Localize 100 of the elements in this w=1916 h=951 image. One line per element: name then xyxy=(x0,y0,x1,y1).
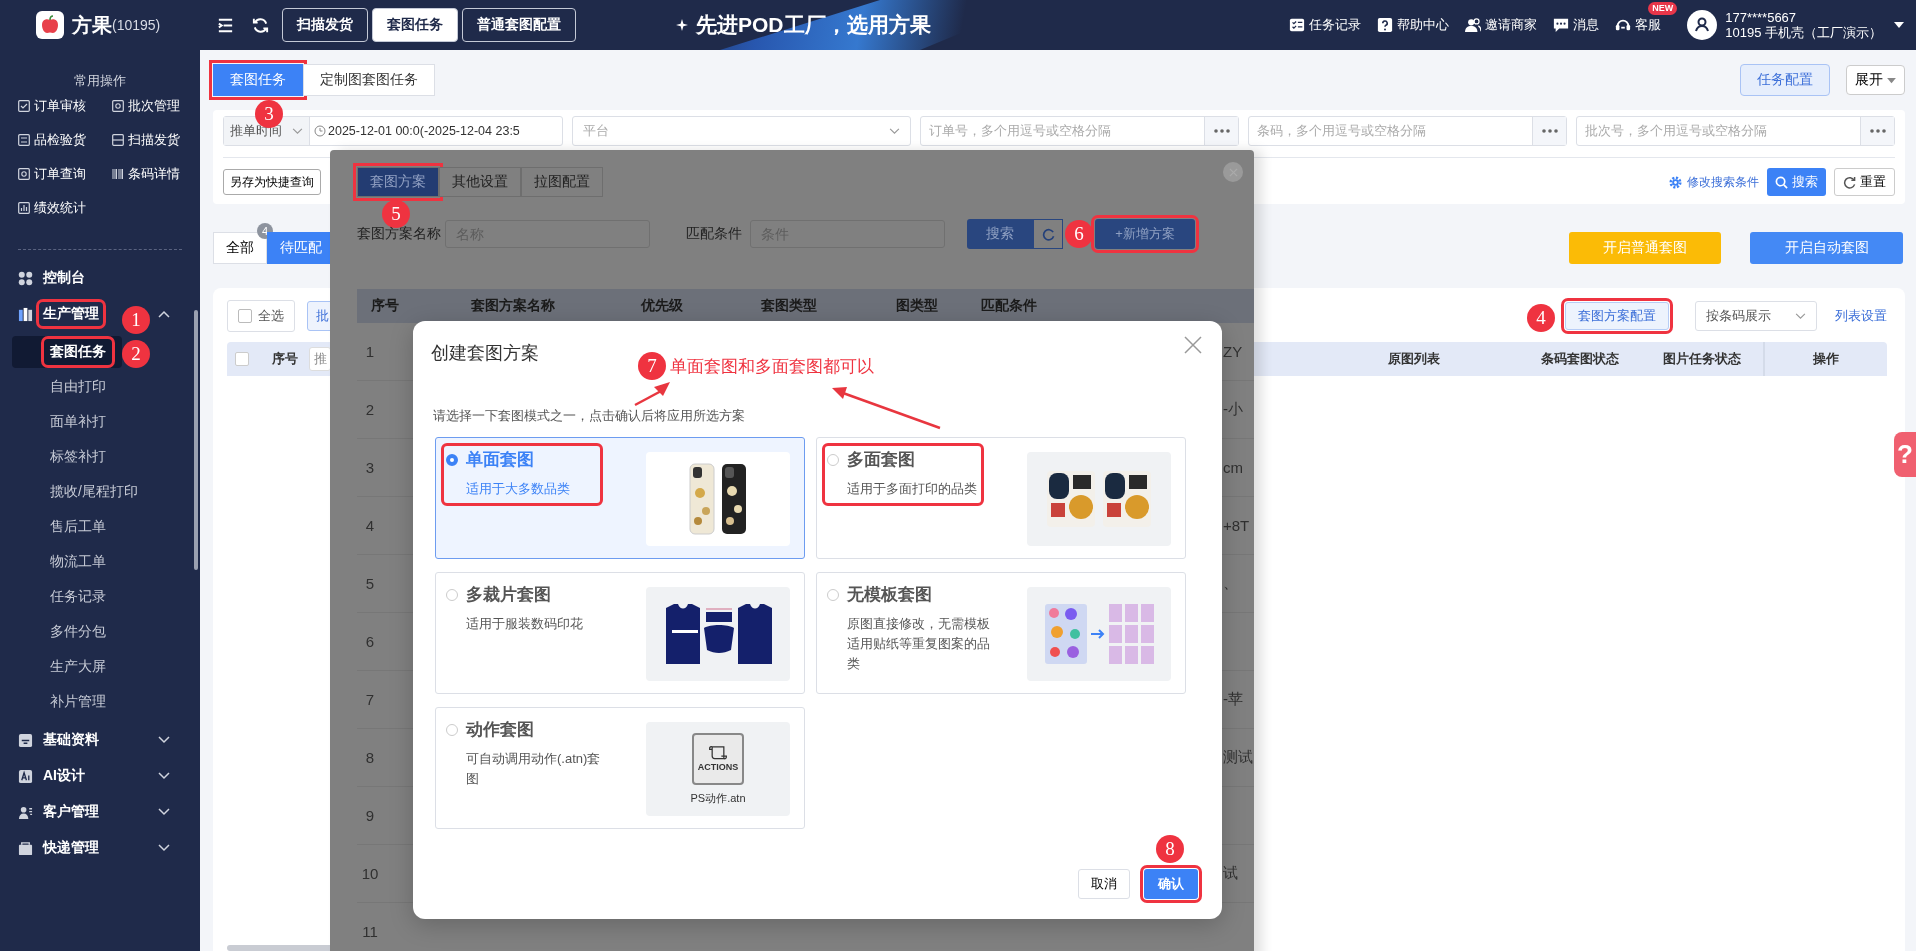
avatar-icon[interactable] xyxy=(1687,10,1718,40)
chevron-icon xyxy=(158,736,170,744)
dialog-tab[interactable]: 其他设置 xyxy=(439,167,521,197)
refresh-button[interactable] xyxy=(1033,219,1063,249)
table-cell: +8T xyxy=(1223,517,1250,534)
clipboard-icon xyxy=(18,134,30,146)
dialog-tab[interactable]: 拉图配置 xyxy=(521,167,603,197)
header-checkbox[interactable] xyxy=(235,352,249,366)
save-query-button[interactable]: 另存为快捷查询 xyxy=(223,169,321,195)
chevron-icon xyxy=(292,127,303,135)
column-filter-select[interactable]: 推 xyxy=(309,347,331,371)
radio-button[interactable] xyxy=(827,453,839,466)
more-button[interactable] xyxy=(1532,117,1566,145)
quick-action-link[interactable]: 条码详情 xyxy=(112,165,206,183)
search-field[interactable]: 条码，多个用逗号或空格分隔 xyxy=(1248,116,1567,146)
submenu-item[interactable]: 补片管理 xyxy=(12,686,188,718)
row-number: 11 xyxy=(361,923,379,940)
quick-action-link[interactable]: 订单审核 xyxy=(18,97,112,115)
mode-option-card[interactable]: 多面套图 适用于多面打印的品类 xyxy=(816,437,1186,559)
step-marker: 4 xyxy=(1527,304,1555,332)
row-number: 6 xyxy=(364,633,376,650)
document-icon xyxy=(112,100,124,112)
list-settings-link[interactable]: 列表设置 xyxy=(1835,307,1887,325)
ai-square-icon xyxy=(18,768,33,784)
close-button[interactable] xyxy=(1223,162,1243,182)
scan-icon xyxy=(112,134,124,146)
task-config-button[interactable]: 任务配置 xyxy=(1740,64,1830,96)
cancel-button[interactable]: 取消 xyxy=(1078,869,1130,899)
help-icon xyxy=(1377,17,1394,33)
radio-button[interactable] xyxy=(446,723,458,736)
submenu-item[interactable]: 生产大屏 xyxy=(12,651,188,683)
radio-button[interactable] xyxy=(827,588,839,601)
menu-item[interactable]: 控制台 xyxy=(0,264,200,292)
submenu-item[interactable]: 物流工单 xyxy=(12,546,188,578)
more-button[interactable] xyxy=(1860,117,1894,145)
search-input[interactable]: 订单号，多个用逗号或空格分隔 xyxy=(921,117,1204,145)
search-field[interactable]: 订单号，多个用逗号或空格分隔 xyxy=(920,116,1239,146)
quick-action-link[interactable]: 绩效统计 xyxy=(18,199,112,217)
quick-action-link[interactable]: 扫描发货 xyxy=(112,131,206,149)
quick-action-link[interactable]: 批次管理 xyxy=(112,97,206,115)
page-tab[interactable]: 定制图套图任务 xyxy=(303,64,435,96)
search-document-icon xyxy=(18,168,30,180)
mode-option-card[interactable]: 多裁片套图 适用于服装数码印花 xyxy=(435,572,805,694)
option-title: 多裁片套图 xyxy=(466,584,551,606)
column-header: 操作 xyxy=(1763,342,1887,376)
search-field[interactable]: 批次号，多个用逗号或空格分隔 xyxy=(1576,116,1895,146)
annotation-text: 单面套图和多面套图都可以 xyxy=(670,355,874,378)
submenu-item[interactable]: 自由打印 xyxy=(12,371,188,403)
option-description: 可自动调用动作(.atn)套图 xyxy=(466,750,602,788)
row-number: 10 xyxy=(360,865,380,882)
expand-button[interactable]: 展开 xyxy=(1846,65,1905,95)
submenu-item[interactable]: 多件分包 xyxy=(12,616,188,648)
close-icon xyxy=(1184,335,1202,354)
top-link[interactable]: 客服 xyxy=(1615,16,1662,34)
edit-conditions-link[interactable]: 修改搜索条件 xyxy=(1669,173,1759,191)
nav-button[interactable]: 普通套图配置 xyxy=(462,8,576,42)
top-link[interactable]: 邀请商家 xyxy=(1465,16,1538,34)
submenu-item[interactable]: 面单补打 xyxy=(12,406,188,438)
menu-item[interactable]: 基础资料 xyxy=(0,726,200,754)
quick-action-link[interactable]: 品检验货 xyxy=(18,131,112,149)
submenu-item[interactable]: 标签补打 xyxy=(12,441,188,473)
column-header: 序号 xyxy=(271,350,299,368)
nav-button[interactable]: 套图任务 xyxy=(372,8,458,42)
radio-button[interactable] xyxy=(446,453,458,466)
column-header: 条码套图状态 xyxy=(1540,350,1620,368)
top-link[interactable]: 任务记录 xyxy=(1289,16,1362,34)
dashboard-icon xyxy=(18,270,33,286)
menu-item[interactable]: 客户管理 xyxy=(0,798,200,826)
submenu-item[interactable]: 揽收/尾程打印 xyxy=(12,476,188,508)
caret-icon[interactable] xyxy=(1894,21,1904,29)
more-button[interactable] xyxy=(1204,117,1238,145)
refresh-icon[interactable] xyxy=(251,15,270,35)
scrollbar[interactable] xyxy=(194,310,198,570)
headset-icon xyxy=(1615,17,1632,33)
top-link[interactable]: 帮助中心 xyxy=(1377,16,1450,34)
submenu-item[interactable]: 售后工单 xyxy=(12,511,188,543)
nav-button[interactable]: 扫描发货 xyxy=(282,8,368,42)
top-link[interactable]: 消息 xyxy=(1553,16,1600,34)
mode-option-card[interactable]: 无模板套图 原图直接修改，无需模板适用贴纸等重复图案的品类 xyxy=(816,572,1186,694)
annotation-arrow xyxy=(634,382,670,407)
search-button[interactable]: 搜索 xyxy=(1767,168,1826,196)
display-mode-select[interactable]: 按条码展示 xyxy=(1695,301,1817,331)
box-icon xyxy=(18,840,33,856)
search-button[interactable]: 搜索 xyxy=(967,219,1033,249)
submenu-item[interactable]: 套图任务 xyxy=(12,336,122,368)
row-number: 3 xyxy=(364,459,376,476)
brand-id: (10195) xyxy=(112,17,161,33)
submenu-item[interactable]: 任务记录 xyxy=(12,581,188,613)
table-cell: 测试 xyxy=(1223,748,1253,767)
search-input[interactable]: 条码，多个用逗号或空格分隔 xyxy=(1249,117,1532,145)
search-input[interactable]: 批次号，多个用逗号或空格分隔 xyxy=(1577,117,1860,145)
quick-action-link[interactable]: 订单查询 xyxy=(18,165,112,183)
menu-item[interactable]: 快递管理 xyxy=(0,834,200,862)
reset-button[interactable]: 重置 xyxy=(1834,168,1895,196)
actions-file-icon: ACTIONS xyxy=(692,732,744,785)
mode-option-card[interactable]: 动作套图 可自动调用动作(.atn)套图 ACTIONS PS动作.atn xyxy=(435,707,805,829)
menu-item[interactable]: AI设计 xyxy=(0,762,200,790)
table-cell: 、 xyxy=(1223,574,1238,593)
radio-button[interactable] xyxy=(446,588,458,601)
select-all-checkbox[interactable]: 全选 xyxy=(227,300,295,332)
